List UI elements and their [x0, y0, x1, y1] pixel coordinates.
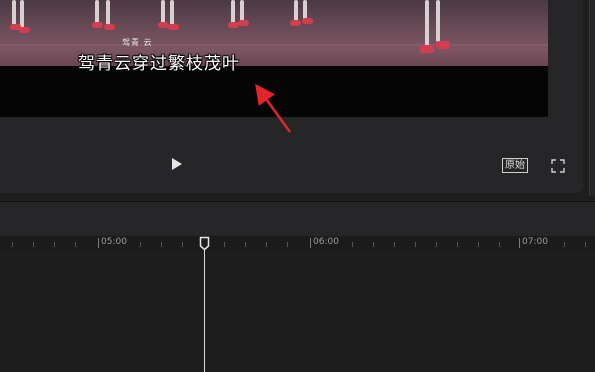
fullscreen-icon	[551, 159, 565, 173]
ruler-label-0500: 05:00	[101, 237, 127, 247]
dancer-shoe	[290, 20, 301, 26]
right-panel-edge	[589, 0, 595, 196]
timeline-toolbar	[0, 201, 595, 236]
ruler-tick	[287, 242, 288, 247]
video-preview[interactable]: 驾青 云 驾青云穿过繁枝茂叶	[0, 0, 548, 117]
dancer-leg	[161, 0, 165, 24]
ruler-label-0700: 07:00	[522, 237, 548, 247]
ruler-tick	[564, 242, 565, 247]
ruler-tick-major	[310, 238, 311, 248]
ruler-tick	[499, 242, 500, 247]
timeline-track-area[interactable]	[0, 250, 595, 372]
fullscreen-button[interactable]	[551, 158, 565, 173]
dancer-shoe	[420, 45, 434, 53]
subtitle-annotation: 驾青 云	[122, 38, 153, 47]
ruler-tick	[224, 242, 225, 247]
playhead-handle[interactable]	[199, 236, 210, 251]
dancer-leg	[436, 0, 440, 42]
video-player-panel: 驾青 云 驾青云穿过繁枝茂叶 原始	[0, 0, 583, 193]
dancer-shoe	[104, 24, 115, 30]
ruler-tick-major	[98, 238, 99, 248]
timeline-ruler[interactable]: 05:00 06:00 07:00	[0, 236, 595, 250]
ruler-tick	[12, 242, 13, 247]
dancer-shoe	[19, 27, 30, 33]
ruler-tick	[75, 242, 76, 247]
play-icon	[172, 158, 182, 170]
dancer-shoe	[168, 24, 179, 30]
ruler-tick	[585, 242, 586, 247]
ruler-tick	[394, 242, 395, 247]
floor-line	[0, 44, 548, 46]
dancer-leg	[95, 0, 99, 24]
playhead-icon	[199, 236, 210, 251]
dancer-leg	[170, 0, 174, 25]
ruler-tick	[140, 242, 141, 247]
ruler-tick	[33, 242, 34, 247]
ruler-tick	[415, 242, 416, 247]
dancer-leg	[231, 0, 235, 24]
play-button[interactable]	[168, 155, 186, 173]
dancer-leg	[294, 0, 298, 22]
dancer-shoe	[302, 18, 313, 24]
dancer-leg	[20, 0, 24, 28]
ruler-tick-major	[519, 238, 520, 248]
dancer-shoe	[238, 20, 249, 26]
dancer-leg	[240, 0, 244, 22]
ruler-tick	[182, 242, 183, 247]
ruler-tick	[478, 242, 479, 247]
ruler-tick	[54, 242, 55, 247]
dancer-shoe	[436, 41, 450, 49]
video-subtitle[interactable]: 驾青云穿过繁枝茂叶	[78, 49, 240, 74]
ruler-tick	[245, 242, 246, 247]
ruler-tick	[161, 242, 162, 247]
ruler-tick	[436, 242, 437, 247]
playhead-line[interactable]	[204, 244, 205, 372]
ruler-tick	[266, 242, 267, 247]
dancer-shoe	[92, 22, 103, 28]
ruler-tick	[352, 242, 353, 247]
ruler-label-0600: 06:00	[313, 237, 339, 247]
dancer-leg	[106, 0, 110, 26]
dancer-leg	[12, 0, 16, 26]
original-ratio-button[interactable]: 原始	[502, 158, 528, 173]
ruler-tick	[373, 242, 374, 247]
dancer-leg	[303, 0, 307, 20]
ruler-tick	[457, 242, 458, 247]
dancer-leg	[425, 0, 429, 46]
